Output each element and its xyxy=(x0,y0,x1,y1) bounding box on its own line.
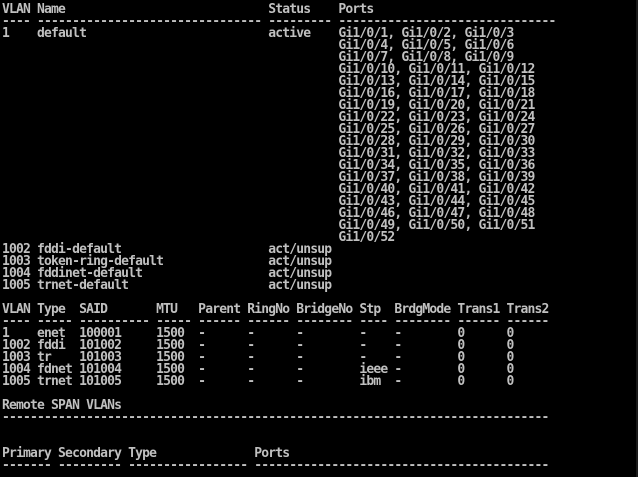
terminal-output: VLAN Name Status Ports ---- -------------… xyxy=(2,3,556,473)
terminal-line: ----------------------------------------… xyxy=(2,410,549,425)
terminal-line: 1005 trnet 101005 1500 - - - ibm - 0 0 xyxy=(2,374,514,389)
terminal-line: 1005 trnet-default act/unsup xyxy=(2,278,332,293)
terminal-window[interactable]: VLAN Name Status Ports ---- -------------… xyxy=(0,0,638,477)
terminal-line: ------- --------- ----------------- ----… xyxy=(2,458,549,473)
